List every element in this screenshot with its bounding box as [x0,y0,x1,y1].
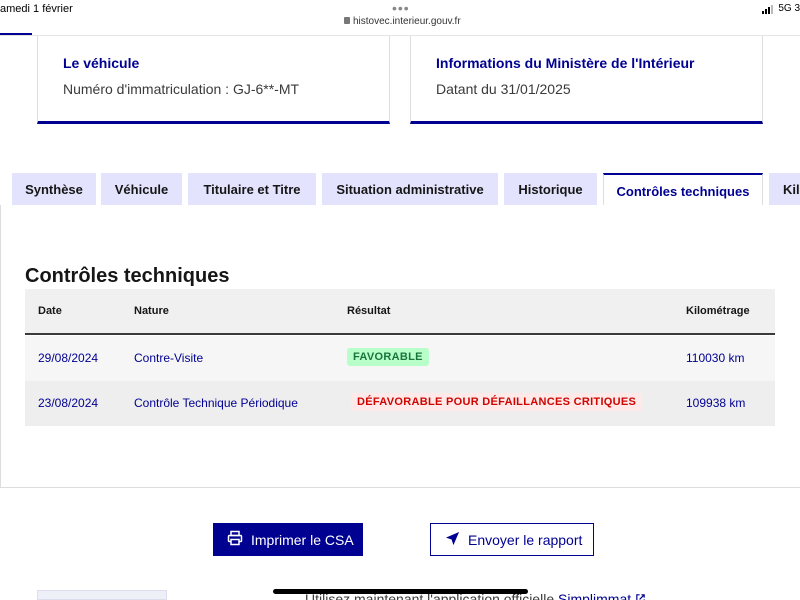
send-report-button[interactable]: Envoyer le rapport [430,523,594,556]
tab-synthese[interactable]: Synthèse [12,173,96,206]
tab-list: Synthèse Véhicule Titulaire et Titre Sit… [0,173,800,207]
printer-icon [227,530,243,549]
status-bar: amedi 1 février ••• histovec.interieur.g… [0,0,800,36]
tab-controles-techniques[interactable]: Contrôles techniques [603,173,763,207]
ministry-card-title: Informations du Ministère de l'Intérieur [436,55,695,71]
inspection-date: 23/08/2024 [38,396,99,410]
lock-icon [344,17,350,24]
column-mileage: Kilométrage [686,305,750,317]
tab-label: Véhicule [114,182,169,197]
inspection-mileage: 110030 km [686,351,745,365]
app-promo-image [37,590,167,600]
address-bar[interactable]: histovec.interieur.gouv.fr [344,16,461,27]
tab-situation-administrative[interactable]: Situation administrative [322,173,498,206]
table-row: 23/08/2024 Contrôle Technique Périodique… [25,381,775,426]
tab-label: Kil [783,182,800,197]
home-indicator[interactable] [273,589,528,594]
tab-kilometrage[interactable]: Kil [769,173,800,206]
signal-icon [762,3,774,14]
tab-titulaire[interactable]: Titulaire et Titre [188,173,316,206]
ministry-card: Informations du Ministère de l'Intérieur… [410,36,763,124]
send-button-label: Envoyer le rapport [468,531,583,548]
column-date: Date [38,305,62,317]
tab-vehicule[interactable]: Véhicule [101,173,182,206]
simplimmat-link[interactable]: Simplimmat [558,591,631,600]
inspection-nature: Contrôle Technique Périodique [134,396,298,410]
inspection-mileage: 109938 km [686,396,746,410]
tab-historique[interactable]: Historique [504,173,597,206]
status-date: amedi 1 février [0,3,73,15]
print-csa-button[interactable]: Imprimer le CSA [213,523,363,556]
print-button-label: Imprimer le CSA [251,531,354,548]
status-indicators: 5G 3 [762,3,800,14]
tab-label: Contrôles techniques [616,183,750,199]
tab-label: Historique [518,182,583,197]
inspection-nature: Contre-Visite [134,351,204,365]
page-load-progress [0,33,32,35]
table-row: 29/08/2024 Contre-Visite FAVORABLE 11003… [25,336,775,381]
vehicle-card: Le véhicule Numéro d'immatriculation : G… [37,36,390,124]
paper-plane-icon [445,531,460,549]
network-label: 5G [778,3,792,15]
vehicle-card-title: Le véhicule [63,55,140,71]
tab-label: Titulaire et Titre [203,182,301,197]
result-badge-favorable: FAVORABLE [347,348,429,366]
browser-menu-dots-icon[interactable]: ••• [392,0,410,16]
section-title: Contrôles techniques [25,265,230,287]
inspection-date: 29/08/2024 [38,351,99,365]
external-link-icon [635,591,646,600]
column-result: Résultat [347,305,391,317]
data-date: Datant du 31/01/2025 [436,81,571,97]
registration-number: Numéro d'immatriculation : GJ-6**-MT [63,81,300,97]
battery-fragment: 3 [794,3,800,15]
tab-label: Situation administrative [336,182,484,197]
tab-label: Synthèse [25,182,83,197]
table-header: Date Nature Résultat Kilométrage [25,289,775,335]
url-text: histovec.interieur.gouv.fr [353,16,461,27]
result-badge-defavorable: DÉFAVORABLE POUR DÉFAILLANCES CRITIQUES [351,393,643,411]
column-nature: Nature [134,305,169,317]
